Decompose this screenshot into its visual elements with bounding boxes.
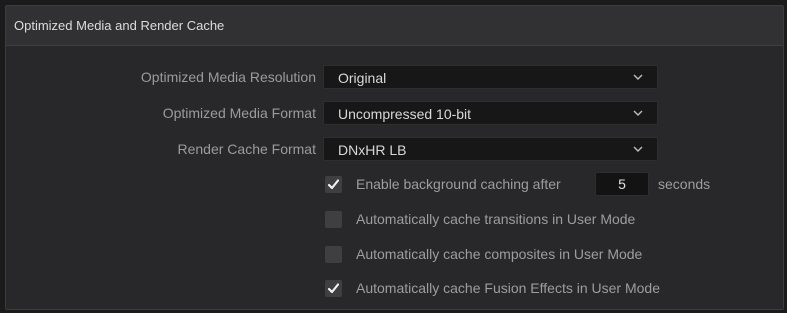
panel-header: Optimized Media and Render Cache bbox=[6, 6, 783, 46]
background-caching-checkbox[interactable] bbox=[325, 176, 342, 193]
render-cache-format-label: Render Cache Format bbox=[177, 141, 316, 157]
render-cache-format-value: DNxHR LB bbox=[338, 142, 407, 158]
optimized-media-format-value: Uncompressed 10-bit bbox=[338, 106, 472, 122]
render-cache-format-select[interactable]: DNxHR LB bbox=[323, 137, 658, 161]
cache-transitions-checkbox[interactable] bbox=[325, 211, 342, 228]
optimized-media-render-cache-panel: Optimized Media and Render Cache Optimiz… bbox=[5, 5, 784, 310]
chevron-down-icon bbox=[633, 110, 643, 116]
checkmark-icon bbox=[327, 179, 340, 190]
chevron-down-icon bbox=[633, 146, 643, 152]
checkmark-icon bbox=[327, 283, 340, 294]
chevron-down-icon bbox=[633, 74, 643, 80]
cache-transitions-label: Automatically cache transitions in User … bbox=[356, 211, 636, 227]
cache-composites-row: Automatically cache composites in User M… bbox=[325, 246, 745, 266]
background-caching-seconds-suffix: seconds bbox=[658, 176, 711, 192]
background-caching-label: Enable background caching after bbox=[356, 176, 561, 192]
optimized-media-resolution-value: Original bbox=[338, 70, 387, 86]
cache-transitions-row: Automatically cache transitions in User … bbox=[325, 211, 745, 231]
cache-composites-label: Automatically cache composites in User M… bbox=[356, 246, 643, 262]
background-caching-row: Enable background caching after 5 second… bbox=[325, 172, 745, 196]
panel-body: Optimized Media Resolution Original Opti… bbox=[6, 46, 783, 309]
cache-composites-checkbox[interactable] bbox=[325, 246, 342, 263]
optimized-media-format-label: Optimized Media Format bbox=[162, 105, 316, 121]
optimized-media-resolution-label: Optimized Media Resolution bbox=[140, 69, 316, 85]
cache-fusion-row: Automatically cache Fusion Effects in Us… bbox=[325, 280, 745, 300]
optimized-media-resolution-select[interactable]: Original bbox=[323, 65, 658, 89]
cache-fusion-label: Automatically cache Fusion Effects in Us… bbox=[356, 280, 660, 296]
panel-title: Optimized Media and Render Cache bbox=[14, 18, 225, 33]
optimized-media-format-select[interactable]: Uncompressed 10-bit bbox=[323, 101, 658, 125]
cache-fusion-checkbox[interactable] bbox=[325, 280, 342, 297]
background-caching-seconds-input[interactable]: 5 bbox=[595, 172, 649, 196]
